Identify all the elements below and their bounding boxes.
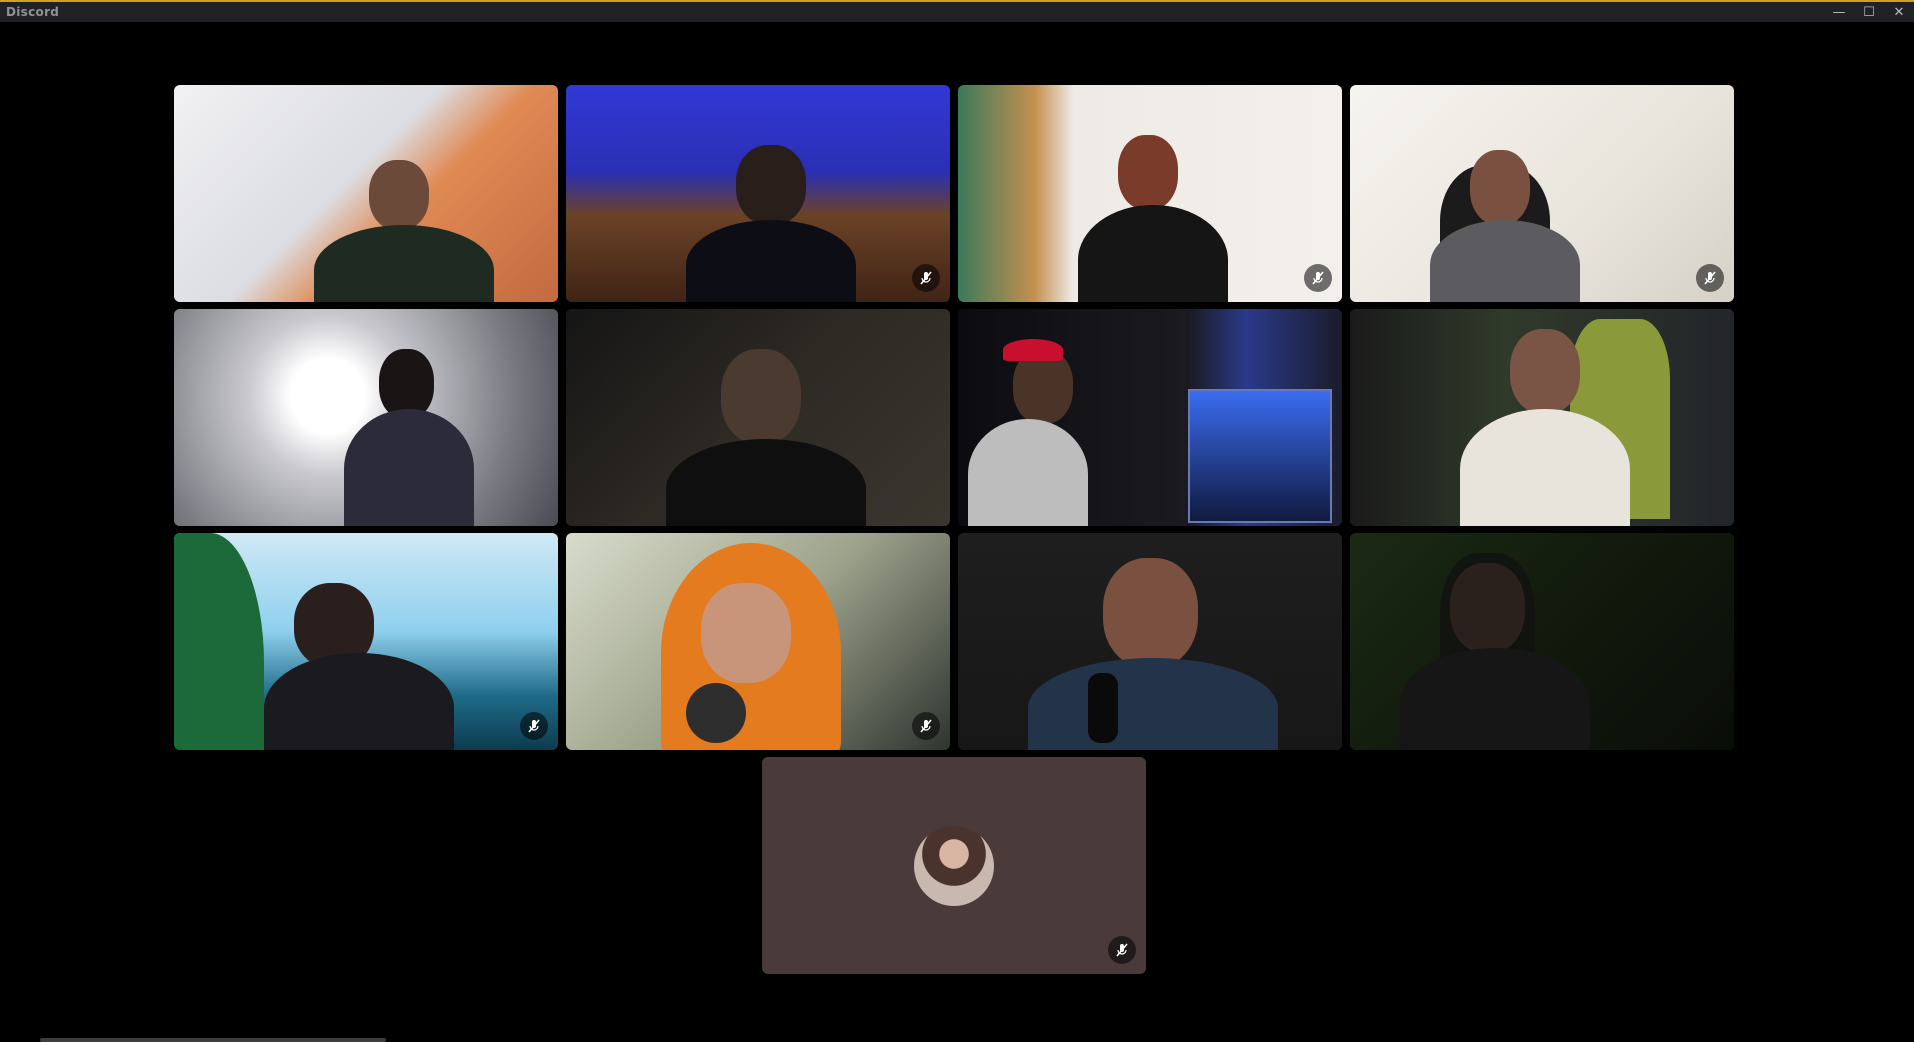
video-tile-3[interactable] [958,85,1342,302]
window-controls: — ☐ ✕ [1824,2,1914,22]
video-tile-5[interactable] [174,309,558,526]
participant-head [1510,329,1580,414]
close-button[interactable]: ✕ [1884,2,1914,22]
video-tile-6[interactable] [566,309,950,526]
participant-head [1103,558,1198,668]
video-tile-12[interactable] [1350,533,1734,750]
video-tile-8[interactable] [1350,309,1734,526]
video-tile-10[interactable] [566,533,950,750]
participant-head [701,583,791,683]
participant-body [968,419,1088,526]
participant-body [1460,409,1630,526]
video-tile-2[interactable] [566,85,950,302]
microphone-muted-icon [920,719,932,733]
participant-head [1118,135,1178,210]
microphone-muted-icon [920,271,932,285]
participant-body [1028,658,1278,750]
participant-body [686,220,856,302]
microphone-muted-icon [528,719,540,733]
participant-head [1470,150,1530,225]
participant-head [369,160,429,230]
santa-hat [1003,339,1063,361]
maximize-button[interactable]: ☐ [1854,2,1884,22]
microphone-muted-icon [1116,943,1128,957]
microphone [686,683,746,743]
video-tile-4[interactable] [1350,85,1734,302]
title-bar: Discord — ☐ ✕ [0,2,1914,22]
participant-head [721,349,801,444]
muted-indicator [1696,264,1724,292]
avatar [914,825,994,906]
muted-indicator [520,712,548,740]
microphone-muted-icon [1312,271,1324,285]
muted-indicator [912,712,940,740]
pc-case [1188,389,1332,523]
app-title: Discord [6,5,60,19]
video-tile-7[interactable] [958,309,1342,526]
video-tile-11[interactable] [958,533,1342,750]
microphone [1088,673,1118,743]
muted-indicator [912,264,940,292]
video-tile-1[interactable] [174,85,558,302]
microphone-muted-icon [1704,271,1716,285]
participant-body [344,409,474,526]
participant-body [1430,220,1580,302]
participant-body [1400,648,1590,750]
muted-indicator [1304,264,1332,292]
minimize-button[interactable]: — [1824,2,1854,22]
discord-window: Discord — ☐ ✕ [0,0,1914,1042]
video-tile-13[interactable] [762,757,1146,974]
horizontal-scrollbar[interactable] [40,1038,386,1042]
participant-head [736,145,806,225]
video-tile-9[interactable] [174,533,558,750]
muted-indicator [1108,936,1136,964]
